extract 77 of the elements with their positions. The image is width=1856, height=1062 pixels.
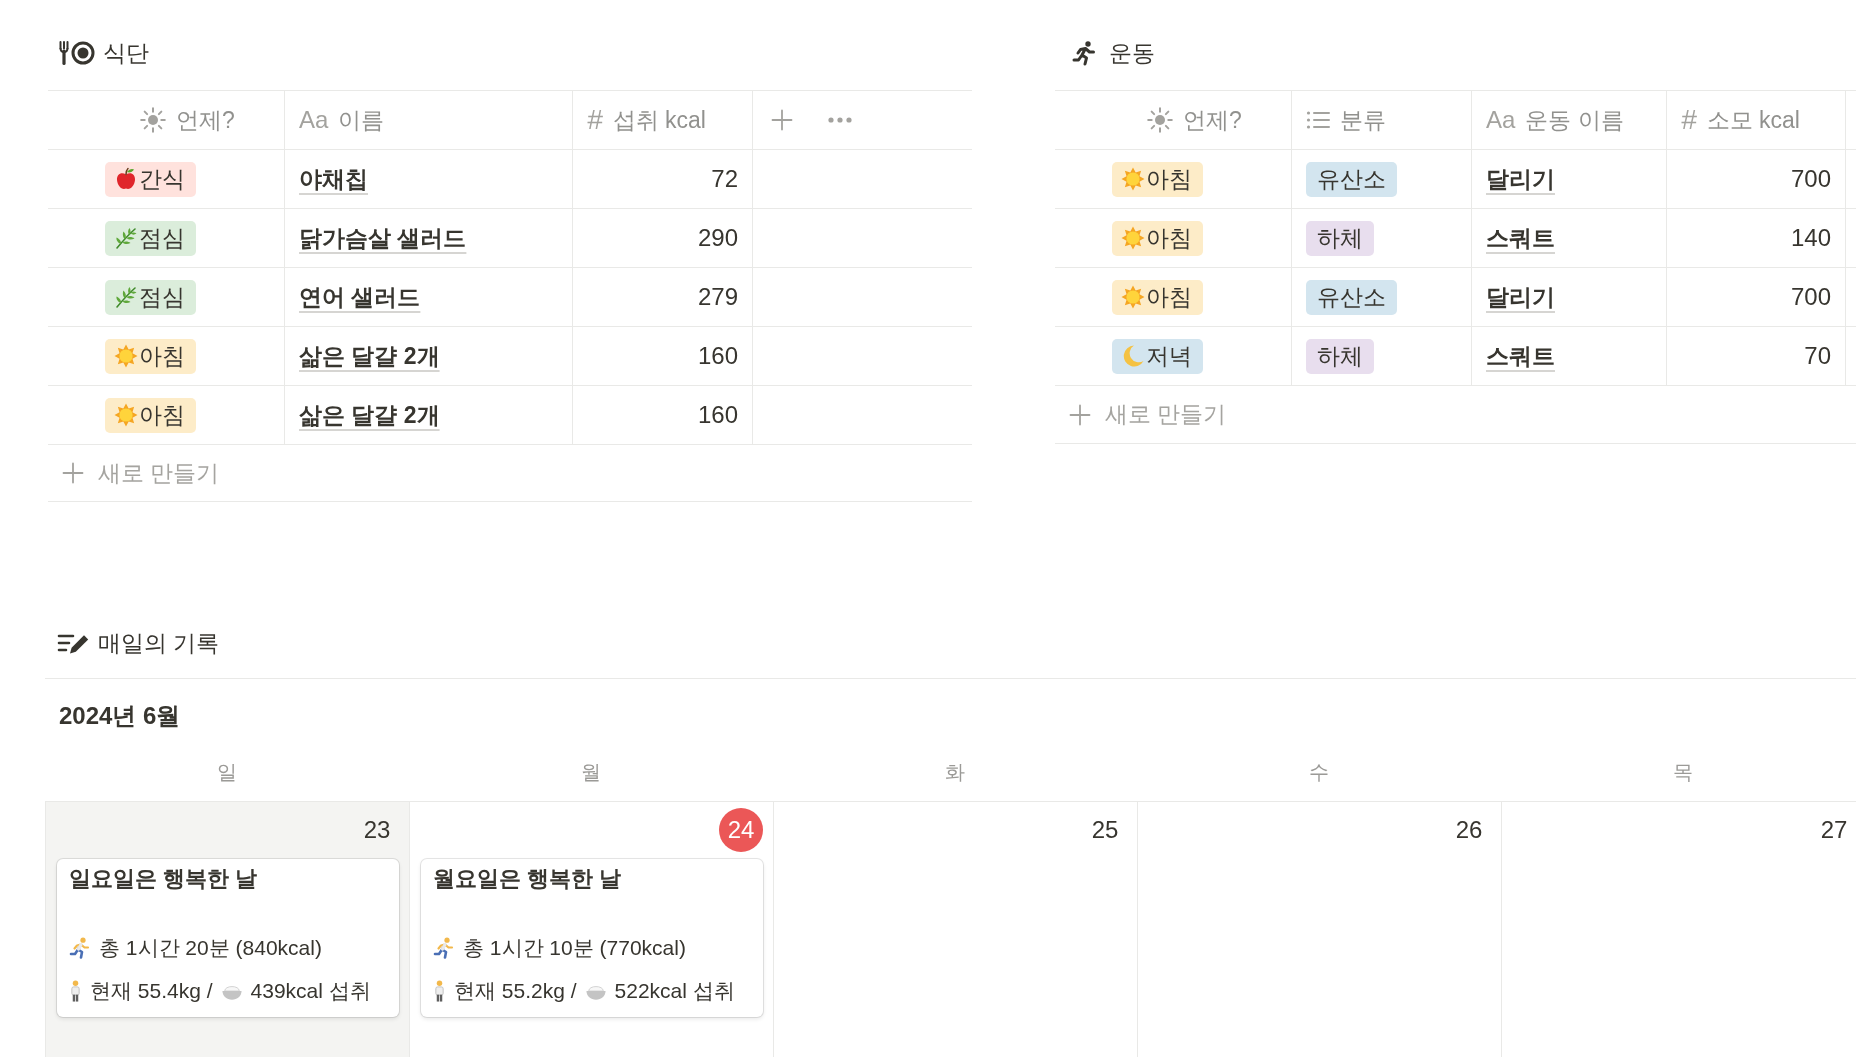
table-cell: 700 xyxy=(1667,268,1846,326)
sun-icon xyxy=(1121,285,1145,309)
tag-label: 저녁 xyxy=(1146,341,1192,371)
date-number: 25 xyxy=(1090,815,1120,845)
apple-icon xyxy=(114,167,138,191)
database-title: 식단 xyxy=(103,38,149,68)
weight-text: 현재 55.2kg / xyxy=(454,978,577,1004)
sun-icon xyxy=(114,344,138,368)
page-link[interactable]: 달리기 xyxy=(1486,281,1555,313)
event-card[interactable]: 월요일은 행복한 날 총 1시간 10분 (770kcal) 현재 55.2kg / 522kcal 섭취 xyxy=(421,859,763,1017)
plus-icon[interactable] xyxy=(771,109,793,131)
table-cell: 700 xyxy=(1667,150,1846,208)
intake-text: 439kcal 섭취 xyxy=(250,978,371,1004)
category-tag: 유산소 xyxy=(1306,279,1397,315)
weekday-label: 수 xyxy=(1308,760,1330,785)
tag-label: 간식 xyxy=(139,164,185,194)
running-person-icon xyxy=(69,937,91,959)
standing-person-icon xyxy=(433,980,446,1002)
sun-icon xyxy=(140,107,167,133)
date-number: 26 xyxy=(1454,815,1484,845)
plus-icon xyxy=(62,462,84,484)
table-cell: 70 xyxy=(1667,327,1846,385)
page-link[interactable]: 닭가슴살 샐러드 xyxy=(299,222,467,254)
list-icon xyxy=(1306,109,1330,131)
category-tag: 유산소 xyxy=(1306,161,1397,197)
plus-icon xyxy=(1069,403,1091,426)
card-title: 일요일은 행복한 날 xyxy=(69,865,259,893)
tag-label: 아침 xyxy=(139,400,185,430)
page-link[interactable]: 연어 샐러드 xyxy=(299,281,421,313)
tag-label: 아침 xyxy=(1146,164,1192,194)
table-cell: 160 xyxy=(573,327,753,385)
card-title: 월요일은 행복한 날 xyxy=(433,865,623,893)
category-tag: 하체 xyxy=(1306,338,1374,374)
month-title: 2024년 6월 xyxy=(59,701,181,731)
sun-icon xyxy=(1147,107,1174,133)
event-card[interactable]: 일요일은 행복한 날 총 1시간 20분 (840kcal) 현재 55.4kg / 439kcal 섭취 xyxy=(57,859,399,1017)
herb-icon xyxy=(114,285,138,309)
sun-icon xyxy=(114,403,138,427)
tag-label: 아침 xyxy=(1146,223,1192,253)
date-number: 24 xyxy=(719,808,763,852)
page-link[interactable]: 달리기 xyxy=(1486,163,1555,195)
date-number: 27 xyxy=(1819,815,1849,845)
page-link[interactable]: 스쿼트 xyxy=(1486,340,1555,372)
table-cell: 160 xyxy=(573,386,753,444)
weekday-label: 화 xyxy=(944,760,966,785)
page-link[interactable]: 삶은 달걀 2개 xyxy=(299,399,440,431)
weekday-label: 일 xyxy=(216,760,238,785)
database-title: 매일의 기록 xyxy=(98,628,220,658)
table-cell: 72 xyxy=(573,150,753,208)
sun-icon xyxy=(1121,167,1145,191)
herb-icon xyxy=(114,226,138,250)
intake-text: 522kcal 섭취 xyxy=(614,978,735,1004)
more-icon[interactable] xyxy=(828,117,852,123)
tag-label: 점심 xyxy=(139,223,185,253)
page-link[interactable]: 삶은 달걀 2개 xyxy=(299,340,440,372)
cutlery-plate-icon xyxy=(58,40,95,66)
weekday-label: 월 xyxy=(580,760,602,785)
running-person-icon xyxy=(1071,40,1097,66)
weight-text: 현재 55.4kg / xyxy=(90,978,213,1004)
page-link[interactable]: 야채칩 xyxy=(299,163,368,195)
database-title: 운동 xyxy=(1109,38,1155,68)
running-person-icon xyxy=(433,937,455,959)
standing-person-icon xyxy=(69,980,82,1002)
exercise-summary: 총 1시간 10분 (770kcal) xyxy=(463,935,686,961)
tag-label: 아침 xyxy=(139,341,185,371)
table-cell: 290 xyxy=(573,209,753,267)
category-tag: 하체 xyxy=(1306,220,1374,256)
crescent-moon-icon xyxy=(1121,344,1145,368)
date-number: 23 xyxy=(362,815,392,845)
table-cell: 140 xyxy=(1667,209,1846,267)
page-link[interactable]: 스쿼트 xyxy=(1486,222,1555,254)
exercise-summary: 총 1시간 20분 (840kcal) xyxy=(99,935,322,961)
sun-icon xyxy=(1121,226,1145,250)
weekday-label: 목 xyxy=(1672,760,1694,785)
table-cell: 279 xyxy=(573,268,753,326)
tag-label: 아침 xyxy=(1146,282,1192,312)
tag-label: 점심 xyxy=(139,282,185,312)
